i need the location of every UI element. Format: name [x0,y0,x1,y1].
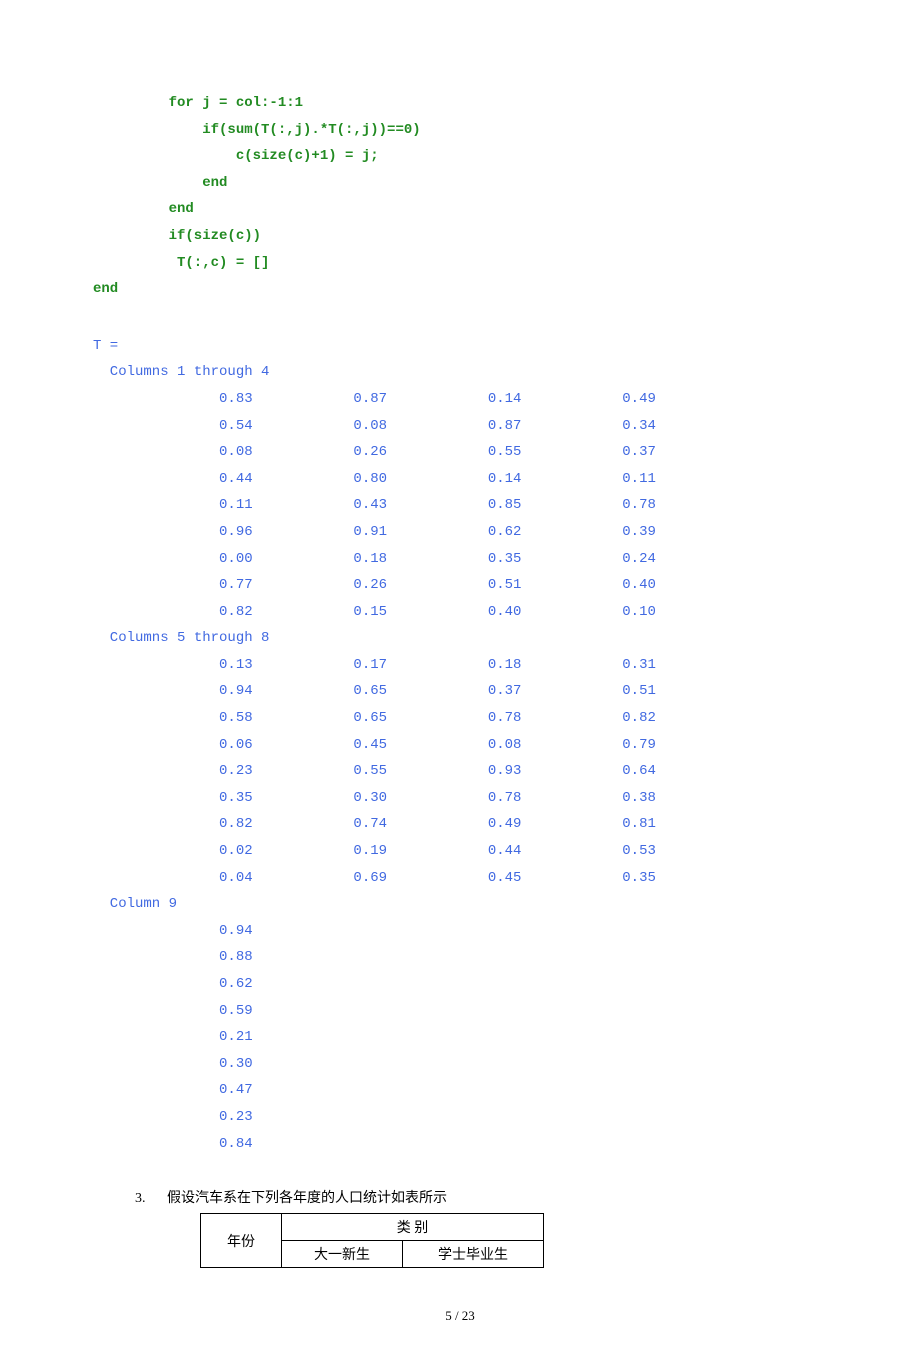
output-data-row: 0.06 0.45 0.08 0.79 [135,732,880,759]
code-line: end [135,196,880,223]
code-line: c(size(c)+1) = j; [135,143,880,170]
code-line: for j = col:-1:1 [135,90,880,117]
output-data-row: 0.59 [135,998,880,1025]
output-data-row: 0.35 0.30 0.78 0.38 [135,785,880,812]
output-data-row: 0.23 [135,1104,880,1131]
output-header: Columns 5 through 8 [93,625,880,652]
output-data-row: 0.11 0.43 0.85 0.78 [135,492,880,519]
output-header: Columns 1 through 4 [93,359,880,386]
output-data-row: 0.13 0.17 0.18 0.31 [135,652,880,679]
output-data-row: 0.54 0.08 0.87 0.34 [135,413,880,440]
output-data-block: 0.94 0.88 0.62 0.59 0.21 0.30 0.47 0.23 … [135,918,880,1157]
page-number: 5 / 23 [40,1308,880,1324]
question-text: 假设汽车系在下列各年度的人口统计如表所示 [167,1191,447,1206]
output-data-row: 0.94 [135,918,880,945]
output-data-row: 0.88 [135,944,880,971]
output-header: Column 9 [93,891,880,918]
output-data-row: 0.04 0.69 0.45 0.35 [135,865,880,892]
code-line: end [135,170,880,197]
output-data-row: 0.47 [135,1077,880,1104]
table-header-category: 类 别 [282,1214,544,1241]
output-data-row: 0.00 0.18 0.35 0.24 [135,546,880,573]
output-block: T = Columns 1 through 4 0.83 0.87 0.14 0… [135,333,880,1157]
output-data-row: 0.96 0.91 0.62 0.39 [135,519,880,546]
output-data-block: 0.13 0.17 0.18 0.31 0.94 0.65 0.37 0.51 … [135,652,880,891]
output-data-row: 0.08 0.26 0.55 0.37 [135,439,880,466]
output-var: T = [93,333,880,360]
code-line: if(sum(T(:,j).*T(:,j))==0) [135,117,880,144]
output-data-row: 0.84 [135,1131,880,1158]
output-data-row: 0.62 [135,971,880,998]
table-header-freshman: 大一新生 [282,1241,403,1268]
question-number: 3. [135,1191,146,1207]
code-block: for j = col:-1:1 if(sum(T(:,j).*T(:,j))=… [135,90,880,303]
output-data-row: 0.23 0.55 0.93 0.64 [135,758,880,785]
table-header-year: 年份 [201,1214,282,1268]
code-line: if(size(c)) [135,223,880,250]
output-data-row: 0.77 0.26 0.51 0.40 [135,572,880,599]
output-data-row: 0.82 0.15 0.40 0.10 [135,599,880,626]
code-line-end: end [93,276,880,303]
output-data-row: 0.83 0.87 0.14 0.49 [135,386,880,413]
question: 3. 假设汽车系在下列各年度的人口统计如表所示 [135,1187,880,1207]
output-data-row: 0.30 [135,1051,880,1078]
output-data-block: 0.83 0.87 0.14 0.49 0.54 0.08 0.87 0.34 … [135,386,880,625]
output-data-row: 0.02 0.19 0.44 0.53 [135,838,880,865]
output-data-row: 0.44 0.80 0.14 0.11 [135,466,880,493]
table-header-graduate: 学士毕业生 [403,1241,544,1268]
output-data-row: 0.58 0.65 0.78 0.82 [135,705,880,732]
output-data-row: 0.94 0.65 0.37 0.51 [135,678,880,705]
output-data-row: 0.82 0.74 0.49 0.81 [135,811,880,838]
code-line: T(:,c) = [] [135,250,880,277]
output-data-row: 0.21 [135,1024,880,1051]
data-table: 年份 类 别 大一新生 学士毕业生 [200,1213,544,1268]
